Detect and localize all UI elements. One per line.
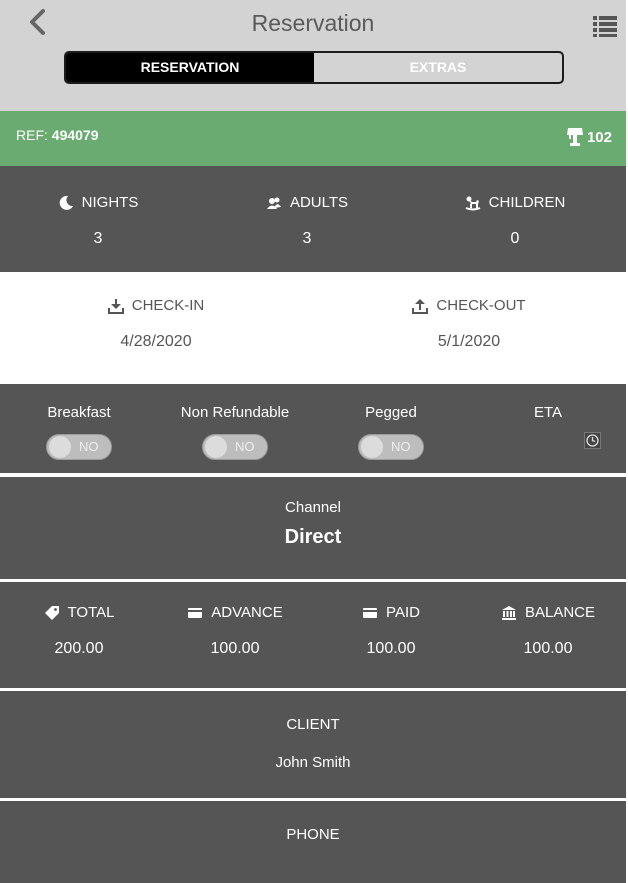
pegged-option: Pegged NO bbox=[321, 404, 461, 460]
balance-value: 100.00 bbox=[523, 640, 573, 657]
total-value: 200.00 bbox=[54, 640, 104, 657]
pegged-toggle-state: NO bbox=[391, 439, 411, 454]
reservation-screen: Reservation RESERVATION EXTRAS REF: 4940… bbox=[0, 0, 626, 883]
check-out-value: 5/1/2020 bbox=[437, 333, 501, 350]
download-icon bbox=[107, 298, 124, 314]
lamp-icon bbox=[566, 128, 583, 146]
credit-card-icon bbox=[188, 607, 203, 618]
non-refundable-toggle-state: NO bbox=[235, 439, 255, 454]
check-in: CHECK-IN 4/28/2020 bbox=[76, 297, 236, 351]
nights-value: 3 bbox=[93, 230, 103, 247]
rocking-horse-icon bbox=[465, 196, 481, 210]
breakfast-option: Breakfast NO bbox=[9, 404, 149, 460]
check-out-label: CHECK-OUT bbox=[436, 297, 526, 314]
pegged-toggle[interactable]: NO bbox=[358, 434, 424, 460]
credit-card-icon bbox=[363, 607, 378, 618]
check-in-label: CHECK-IN bbox=[131, 297, 205, 314]
reference-value: 494079 bbox=[51, 127, 99, 143]
breakfast-label: Breakfast bbox=[47, 404, 111, 421]
children-label: CHILDREN bbox=[488, 194, 566, 211]
phone-label: PHONE bbox=[286, 826, 340, 843]
balance-label: BALANCE bbox=[524, 604, 596, 621]
tab-reservation[interactable]: RESERVATION bbox=[66, 53, 314, 82]
channel-panel: Channel Direct bbox=[0, 477, 626, 579]
bank-icon bbox=[501, 605, 516, 620]
room-number: 102 bbox=[566, 127, 612, 147]
channel-value: Direct bbox=[284, 526, 342, 548]
eta-option: ETA bbox=[478, 404, 618, 421]
adults-stat: ADULTS 3 bbox=[227, 194, 387, 248]
paid-amount: PAID 100.00 bbox=[321, 604, 461, 658]
dates-panel: CHECK-IN 4/28/2020 CHECK-OUT 5/1/2020 bbox=[0, 272, 626, 384]
non-refundable-option: Non Refundable NO bbox=[165, 404, 305, 460]
check-out: CHECK-OUT 5/1/2020 bbox=[389, 297, 549, 351]
list-icon[interactable] bbox=[592, 14, 618, 38]
header-bar: Reservation RESERVATION EXTRAS bbox=[0, 0, 626, 111]
nights-label: NIGHTS bbox=[81, 194, 139, 211]
client-label: CLIENT bbox=[286, 716, 340, 733]
breakfast-toggle-state: NO bbox=[79, 439, 99, 454]
balance-amount: BALANCE 100.00 bbox=[478, 604, 618, 658]
non-refundable-toggle[interactable]: NO bbox=[202, 434, 268, 460]
phone-panel: PHONE bbox=[0, 801, 626, 883]
reference-prefix: REF: bbox=[16, 127, 48, 143]
channel-label: Channel bbox=[285, 499, 341, 516]
stay-stats-panel: NIGHTS 3 ADULTS 3 CHILDREN 0 bbox=[0, 166, 626, 272]
tab-extras[interactable]: EXTRAS bbox=[314, 53, 562, 82]
total-amount: TOTAL 200.00 bbox=[9, 604, 149, 658]
non-refundable-label: Non Refundable bbox=[180, 404, 290, 421]
reference-number: REF: 494079 bbox=[16, 127, 99, 143]
client-panel: CLIENT John Smith bbox=[0, 691, 626, 798]
adults-value: 3 bbox=[302, 230, 312, 247]
tag-icon bbox=[44, 605, 59, 620]
clock-icon[interactable] bbox=[584, 432, 601, 449]
room-value: 102 bbox=[586, 128, 612, 146]
client-value[interactable]: John Smith bbox=[0, 754, 626, 771]
children-stat: CHILDREN 0 bbox=[435, 194, 595, 248]
paid-label: PAID bbox=[386, 604, 420, 621]
eta-label: ETA bbox=[533, 404, 563, 421]
moon-icon bbox=[59, 195, 73, 210]
advance-value: 100.00 bbox=[210, 640, 260, 657]
advance-amount: ADVANCE 100.00 bbox=[165, 604, 305, 658]
adults-label: ADULTS bbox=[289, 194, 349, 211]
check-in-value: 4/28/2020 bbox=[120, 333, 192, 350]
total-label: TOTAL bbox=[67, 604, 115, 621]
breakfast-toggle[interactable]: NO bbox=[46, 434, 112, 460]
nights-stat: NIGHTS 3 bbox=[18, 194, 178, 248]
page-title: Reservation bbox=[251, 10, 375, 36]
amounts-panel: TOTAL 200.00 ADVANCE 100.00 PAID 100.00 bbox=[0, 582, 626, 688]
upload-icon bbox=[412, 298, 429, 314]
adults-icon bbox=[266, 197, 281, 209]
children-value: 0 bbox=[510, 230, 520, 247]
pegged-label: Pegged bbox=[365, 404, 417, 421]
paid-value: 100.00 bbox=[366, 640, 416, 657]
advance-label: ADVANCE bbox=[211, 604, 283, 621]
reference-bar: REF: 494079 102 bbox=[0, 111, 626, 166]
segmented-control: RESERVATION EXTRAS bbox=[64, 51, 564, 84]
